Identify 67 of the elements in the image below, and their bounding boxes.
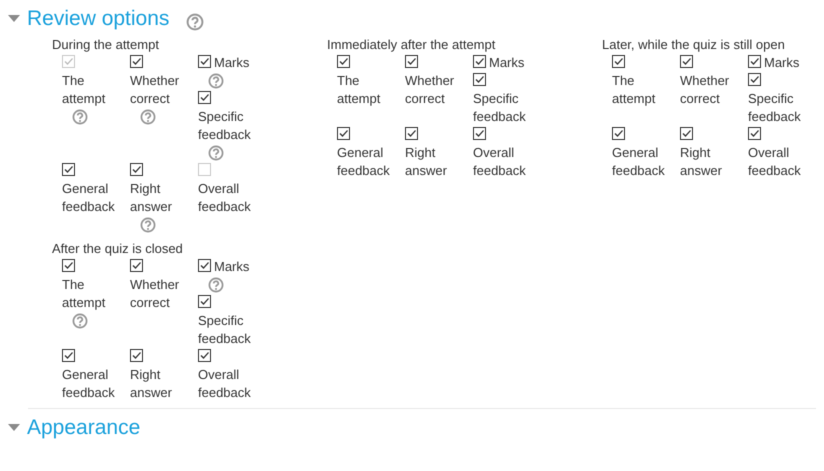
help-icon[interactable] [72,313,88,329]
help-icon[interactable] [186,12,204,30]
group-title: Immediately after the attempt [327,36,496,54]
help-icon[interactable] [208,145,224,161]
checkbox[interactable] [337,55,350,68]
option-label: General feedback [62,366,116,402]
option-label: Overall feedback [198,366,252,402]
option-label: The attempt [62,72,106,108]
option-label: Whether correct [130,276,180,312]
caret-icon[interactable] [8,424,20,432]
checkbox[interactable] [680,127,693,140]
help-icon[interactable] [140,109,156,125]
checkbox[interactable] [473,55,486,68]
checkbox[interactable] [748,55,761,68]
checkbox[interactable] [130,55,143,68]
checkbox[interactable] [62,259,75,272]
option-label: Specific feedback [198,108,252,144]
checkbox[interactable] [748,73,761,86]
checkbox[interactable] [62,349,75,362]
section-title[interactable]: Appearance [27,416,140,440]
option-label: Right answer [405,144,448,180]
option-label: Whether correct [680,72,730,108]
option-label: Whether correct [130,72,180,108]
checkbox[interactable] [473,127,486,140]
option-label: General feedback [612,144,666,180]
checkbox[interactable] [473,73,486,86]
option-label: Overall feedback [473,144,527,180]
option-label: Marks [214,258,250,276]
checkbox[interactable] [337,127,350,140]
checkbox[interactable] [198,259,211,272]
option-label: Whether correct [405,72,456,108]
checkbox[interactable] [612,55,625,68]
section-title[interactable]: Review options [27,7,170,31]
checkbox[interactable] [130,163,143,176]
checkbox[interactable] [405,55,418,68]
option-label: The attempt [62,276,106,312]
checkbox[interactable] [198,349,211,362]
option-label: General feedback [337,144,391,180]
option-label: Marks [489,54,524,72]
checkbox[interactable] [198,91,211,104]
group-title: Later, while the quiz is still open [602,36,786,54]
help-icon[interactable] [140,217,156,233]
option-label: Right answer [680,144,723,180]
option-label: Overall feedback [748,144,802,180]
checkbox[interactable] [612,127,625,140]
checkbox[interactable] [405,127,418,140]
option-label: Specific feedback [198,312,252,348]
checkbox[interactable] [62,163,75,176]
option-label: The attempt [612,72,656,108]
option-label: Right answer [130,366,173,402]
option-label: Specific feedback [748,90,802,126]
checkbox[interactable] [198,295,211,308]
option-label: Marks [764,54,800,72]
option-label: Right answer [130,180,173,216]
group-title: After the quiz is closed [52,240,184,258]
checkbox[interactable] [748,127,761,140]
option-label: Marks [214,54,250,72]
option-label: Overall feedback [198,180,252,216]
option-label: Specific feedback [473,90,527,126]
option-label: The attempt [337,72,382,108]
group-title: During the attempt [52,36,160,54]
checkbox[interactable] [680,55,693,68]
caret-icon[interactable] [8,15,20,23]
option-label: General feedback [62,180,116,216]
checkbox[interactable] [130,259,143,272]
checkbox[interactable] [198,55,211,68]
checkbox[interactable] [130,349,143,362]
